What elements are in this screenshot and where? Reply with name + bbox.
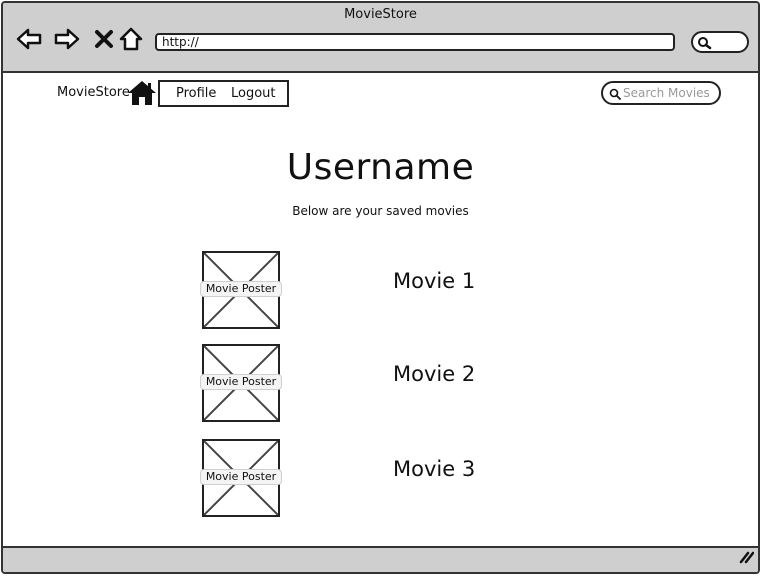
page-subtitle: Below are your saved movies xyxy=(292,204,469,218)
search-icon xyxy=(698,37,712,50)
movie-title[interactable]: Movie 1 xyxy=(393,269,475,293)
nav-links-box: Profile Logout xyxy=(158,80,289,107)
page-title: Username xyxy=(286,147,475,188)
close-icon[interactable] xyxy=(91,25,119,53)
browser-titlebar: MovieStore http:// xyxy=(3,3,758,73)
forward-arrow-icon[interactable] xyxy=(53,25,81,53)
movie-list-item[interactable]: Movie Poster Movie 1 xyxy=(3,251,758,331)
url-bar[interactable]: http:// xyxy=(155,33,675,51)
movie-list-item[interactable]: Movie Poster Movie 3 xyxy=(3,439,758,519)
movie-title[interactable]: Movie 2 xyxy=(393,362,475,386)
movie-search-input[interactable] xyxy=(623,85,717,101)
home-outline-icon[interactable] xyxy=(117,25,145,53)
movie-title[interactable]: Movie 3 xyxy=(393,457,475,481)
brand-logo-text[interactable]: MovieStore xyxy=(57,85,130,100)
back-arrow-icon[interactable] xyxy=(15,25,43,53)
browser-window: MovieStore http:// MovieStore Profile Lo… xyxy=(1,1,760,574)
profile-link[interactable]: Profile xyxy=(176,86,216,101)
movie-poster-placeholder[interactable]: Movie Poster xyxy=(200,344,282,422)
movie-poster-placeholder[interactable]: Movie Poster xyxy=(200,439,282,517)
poster-label: Movie Poster xyxy=(200,374,282,390)
search-icon xyxy=(609,88,621,100)
page-content: MovieStore Profile Logout Username Below… xyxy=(3,73,758,546)
browser-statusbar xyxy=(3,546,758,572)
browser-search-field[interactable] xyxy=(691,31,749,53)
home-icon[interactable] xyxy=(127,80,157,110)
poster-label: Movie Poster xyxy=(200,281,282,297)
movie-search-box[interactable] xyxy=(601,81,721,105)
movie-poster-placeholder[interactable]: Movie Poster xyxy=(200,251,282,329)
poster-label: Movie Poster xyxy=(200,469,282,485)
window-title: MovieStore xyxy=(344,7,417,22)
logout-link[interactable]: Logout xyxy=(231,86,276,101)
resize-grip-icon[interactable] xyxy=(738,549,755,568)
movie-list-item[interactable]: Movie Poster Movie 2 xyxy=(3,344,758,424)
